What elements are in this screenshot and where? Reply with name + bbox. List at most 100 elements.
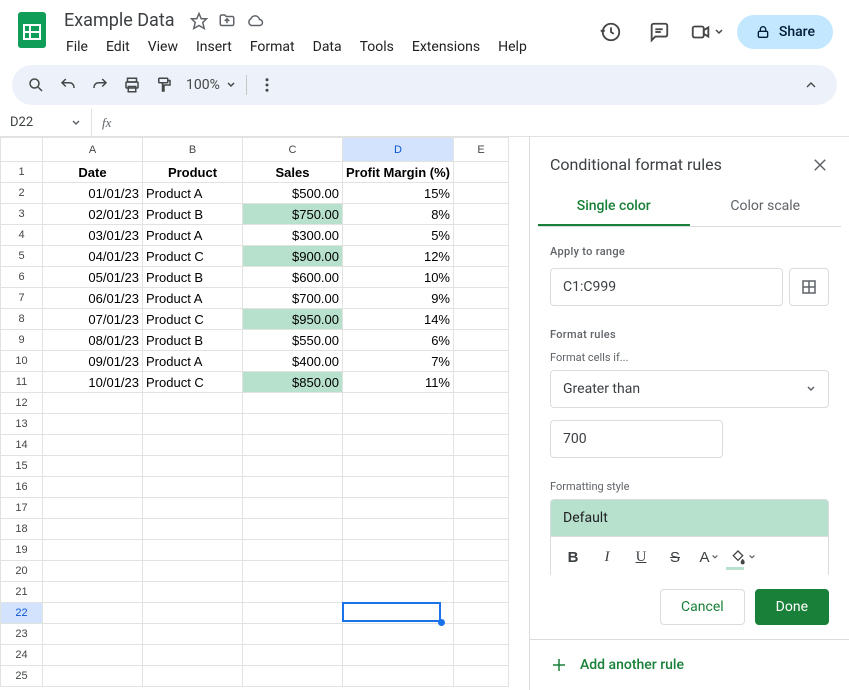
cell[interactable]: 10%	[343, 267, 454, 288]
cell[interactable]: 06/01/23	[43, 288, 143, 309]
row-header-14[interactable]: 14	[1, 435, 43, 456]
condition-value-input[interactable]: 700	[550, 420, 723, 458]
cell[interactable]: 08/01/23	[43, 330, 143, 351]
header-cell[interactable]: Sales	[243, 162, 343, 183]
cell[interactable]: 05/01/23	[43, 267, 143, 288]
close-icon[interactable]	[811, 156, 829, 174]
zoom-select[interactable]: 100%	[180, 77, 242, 93]
row-header-4[interactable]: 4	[1, 225, 43, 246]
cell[interactable]: 04/01/23	[43, 246, 143, 267]
menu-insert[interactable]: Insert	[188, 35, 240, 59]
search-icon[interactable]	[20, 70, 52, 100]
range-input[interactable]: C1:C999	[550, 268, 783, 306]
cell[interactable]: $700.00	[243, 288, 343, 309]
cell[interactable]: 14%	[343, 309, 454, 330]
doc-title[interactable]: Example Data	[58, 8, 181, 33]
tab-color-scale[interactable]: Color scale	[690, 188, 842, 226]
meet-button[interactable]	[689, 14, 725, 50]
cell[interactable]: Product A	[143, 351, 243, 372]
row-header-12[interactable]: 12	[1, 393, 43, 414]
select-range-icon[interactable]	[789, 268, 829, 306]
comment-icon[interactable]	[641, 14, 677, 50]
col-header-C[interactable]: C	[243, 138, 343, 162]
cell[interactable]: $400.00	[243, 351, 343, 372]
row-header-1[interactable]: 1	[1, 162, 43, 183]
cell[interactable]: Product B	[143, 204, 243, 225]
row-header-22[interactable]: 22	[1, 603, 43, 624]
cell[interactable]: $950.00	[243, 309, 343, 330]
row-header-10[interactable]: 10	[1, 351, 43, 372]
cell[interactable]: 15%	[343, 183, 454, 204]
row-header-16[interactable]: 16	[1, 477, 43, 498]
star-icon[interactable]	[189, 11, 209, 31]
row-header-3[interactable]: 3	[1, 204, 43, 225]
cell[interactable]: 5%	[343, 225, 454, 246]
menu-edit[interactable]: Edit	[98, 35, 138, 59]
row-header-17[interactable]: 17	[1, 498, 43, 519]
row-header-6[interactable]: 6	[1, 267, 43, 288]
cell[interactable]: 07/01/23	[43, 309, 143, 330]
done-button[interactable]: Done	[755, 589, 829, 625]
print-icon[interactable]	[116, 70, 148, 100]
menu-tools[interactable]: Tools	[352, 35, 402, 59]
cell[interactable]: 11%	[343, 372, 454, 393]
cell[interactable]: Product C	[143, 309, 243, 330]
col-header-E[interactable]: E	[454, 138, 509, 162]
row-header-21[interactable]: 21	[1, 582, 43, 603]
row-header-7[interactable]: 7	[1, 288, 43, 309]
row-header-19[interactable]: 19	[1, 540, 43, 561]
share-button[interactable]: Share	[737, 15, 833, 49]
spreadsheet-grid[interactable]: ABCDE1DateProductSalesProfit Margin (%)2…	[0, 137, 529, 690]
row-header-9[interactable]: 9	[1, 330, 43, 351]
row-header-8[interactable]: 8	[1, 309, 43, 330]
cell[interactable]: 6%	[343, 330, 454, 351]
menu-format[interactable]: Format	[242, 35, 303, 59]
row-header-20[interactable]: 20	[1, 561, 43, 582]
header-cell[interactable]: Product	[143, 162, 243, 183]
col-header-D[interactable]: D	[343, 138, 454, 162]
undo-icon[interactable]	[52, 70, 84, 100]
row-header-23[interactable]: 23	[1, 624, 43, 645]
name-box[interactable]: D22	[0, 109, 92, 136]
cell[interactable]: $600.00	[243, 267, 343, 288]
tab-single-color[interactable]: Single color	[538, 188, 690, 226]
row-header-5[interactable]: 5	[1, 246, 43, 267]
cell[interactable]: 01/01/23	[43, 183, 143, 204]
cell[interactable]: $300.00	[243, 225, 343, 246]
row-header-15[interactable]: 15	[1, 456, 43, 477]
col-header-A[interactable]: A	[43, 138, 143, 162]
italic-button[interactable]: I	[593, 543, 621, 571]
cell[interactable]: Product C	[143, 372, 243, 393]
cell[interactable]: Product B	[143, 330, 243, 351]
cell[interactable]: 02/01/23	[43, 204, 143, 225]
cell[interactable]: Product A	[143, 288, 243, 309]
cell[interactable]: Product B	[143, 267, 243, 288]
header-cell[interactable]: Profit Margin (%)	[343, 162, 454, 183]
row-header-18[interactable]: 18	[1, 519, 43, 540]
history-icon[interactable]	[593, 14, 629, 50]
cell[interactable]: 10/01/23	[43, 372, 143, 393]
underline-button[interactable]: U	[627, 543, 655, 571]
move-icon[interactable]	[217, 11, 237, 31]
row-header-24[interactable]: 24	[1, 645, 43, 666]
menu-data[interactable]: Data	[305, 35, 350, 59]
cell[interactable]: $850.00	[243, 372, 343, 393]
col-header-B[interactable]: B	[143, 138, 243, 162]
cell[interactable]: 12%	[343, 246, 454, 267]
cell[interactable]: Product A	[143, 183, 243, 204]
cell[interactable]: Product A	[143, 225, 243, 246]
cell[interactable]: 8%	[343, 204, 454, 225]
cell[interactable]: Product C	[143, 246, 243, 267]
cell[interactable]: $750.00	[243, 204, 343, 225]
cell[interactable]: $550.00	[243, 330, 343, 351]
row-header-13[interactable]: 13	[1, 414, 43, 435]
menu-help[interactable]: Help	[490, 35, 535, 59]
cancel-button[interactable]: Cancel	[660, 589, 745, 625]
more-icon[interactable]	[251, 70, 283, 100]
fill-color-button[interactable]	[729, 543, 757, 571]
cloud-status-icon[interactable]	[245, 11, 265, 31]
style-preview[interactable]: Default	[550, 499, 829, 536]
add-rule-button[interactable]: Add another rule	[530, 640, 849, 690]
cell[interactable]: 9%	[343, 288, 454, 309]
sheets-logo[interactable]	[12, 10, 52, 50]
